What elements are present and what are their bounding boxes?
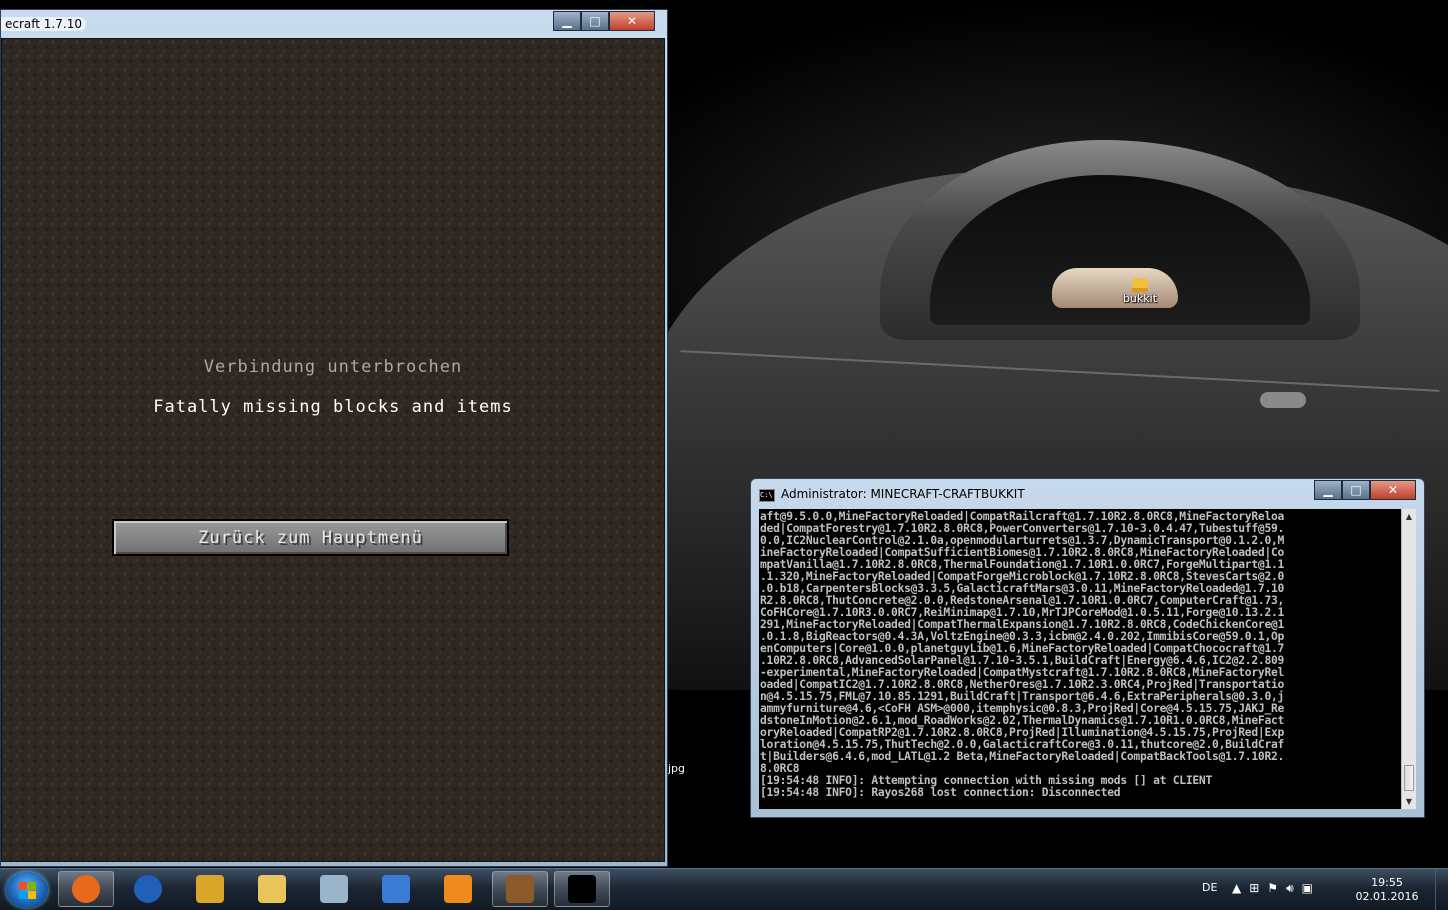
window-title: ecraft 1.7.10 — [1, 17, 86, 31]
scroll-down-icon[interactable]: ▼ — [1402, 794, 1416, 809]
maximize-button[interactable]: □ — [1342, 480, 1370, 500]
disconnect-message: Fatally missing blocks and items — [153, 397, 513, 417]
minecraft-titlebar[interactable]: ecraft 1.7.10 ▁ □ ✕ — [1, 10, 667, 38]
folder-icon — [1132, 278, 1148, 292]
console-text: aft@9.5.0.0,MineFactoryReloaded|CompatRa… — [760, 510, 1285, 799]
minimize-button[interactable]: ▁ — [1314, 480, 1342, 500]
scrollbar-thumb[interactable] — [1404, 765, 1414, 791]
console-output[interactable]: aft@9.5.0.0,MineFactoryReloaded|CompatRa… — [759, 509, 1401, 809]
remote-desktop-icon — [382, 875, 410, 903]
show-desktop-button[interactable] — [1435, 869, 1448, 910]
volume-icon[interactable]: 🔊︎ — [1286, 881, 1294, 896]
crafting-table-icon — [506, 875, 534, 903]
clock-time: 19:55 — [1371, 876, 1403, 889]
minecraft-window: ecraft 1.7.10 ▁ □ ✕ Verbindung unterbroc… — [0, 9, 668, 867]
taskbar-item-firefox[interactable] — [58, 871, 114, 907]
cmd-icon: C:\ — [759, 489, 775, 502]
desktop-icon-bukkit[interactable]: bukkit — [1112, 278, 1168, 305]
start-button[interactable] — [6, 872, 48, 908]
folder-icon — [258, 875, 286, 903]
window-controls: ▁ □ ✕ — [1314, 480, 1416, 500]
console-cursor: _ — [759, 804, 766, 809]
calculator-icon — [320, 875, 348, 903]
disconnect-heading: Verbindung unterbrochen — [203, 357, 463, 377]
maximize-button[interactable]: □ — [581, 11, 609, 31]
flag-icon[interactable]: ⚑ — [1267, 881, 1278, 896]
close-button[interactable]: ✕ — [609, 11, 655, 31]
window-controls: ▁ □ ✕ — [553, 11, 655, 31]
cmd-titlebar[interactable]: C:\ Administrator: MINECRAFT-CRAFTBUKKIT… — [751, 479, 1424, 507]
media-player-icon — [444, 875, 472, 903]
taskbar-item-minecraft[interactable] — [492, 871, 548, 907]
taskbar: DE ▲ ⊞ ⚑ 🔊︎ ▣ 19:55 02.01.2016 — [0, 868, 1448, 910]
taskbar-item-calculator[interactable] — [306, 871, 362, 907]
desktop-icon-partial-label[interactable]: jpg — [668, 762, 685, 775]
back-to-main-menu-button[interactable]: Zurück zum Hauptmenü — [112, 519, 509, 556]
windows-logo-icon — [18, 881, 36, 899]
system-tray: ▲ ⊞ ⚑ 🔊︎ ▣ — [1232, 881, 1313, 896]
window-title: Administrator: MINECRAFT-CRAFTBUKKIT — [781, 487, 1025, 501]
winamp-icon — [196, 875, 224, 903]
globe-icon — [134, 875, 162, 903]
firefox-icon — [72, 875, 100, 903]
taskbar-item-winamp[interactable] — [182, 871, 238, 907]
cmd-window: C:\ Administrator: MINECRAFT-CRAFTBUKKIT… — [750, 478, 1425, 818]
taskbar-item-media-player[interactable] — [430, 871, 486, 907]
taskbar-item-remote-desktop[interactable] — [368, 871, 424, 907]
close-button[interactable]: ✕ — [1370, 480, 1416, 500]
cmd-icon — [568, 875, 596, 903]
windows-icon[interactable]: ⊞ — [1249, 881, 1259, 896]
taskbar-item-explorer[interactable] — [244, 871, 300, 907]
vertical-scrollbar[interactable]: ▲ ▼ — [1401, 509, 1416, 809]
taskbar-item-globe[interactable] — [120, 871, 176, 907]
clock-date: 02.01.2016 — [1355, 890, 1419, 903]
wallpaper-car-handle — [1260, 392, 1306, 408]
desktop-icon-label: bukkit — [1122, 292, 1158, 305]
language-indicator[interactable]: DE — [1202, 881, 1217, 894]
taskbar-item-cmd[interactable] — [554, 871, 610, 907]
minimize-button[interactable]: ▁ — [553, 11, 581, 31]
network-icon[interactable]: ▣ — [1302, 881, 1313, 896]
scroll-up-icon[interactable]: ▲ — [1402, 509, 1416, 524]
show-hidden-icons-icon[interactable]: ▲ — [1232, 881, 1241, 896]
clock[interactable]: 19:55 02.01.2016 — [1352, 876, 1422, 904]
minecraft-game-area[interactable]: Verbindung unterbrochen Fatally missing … — [1, 38, 665, 862]
